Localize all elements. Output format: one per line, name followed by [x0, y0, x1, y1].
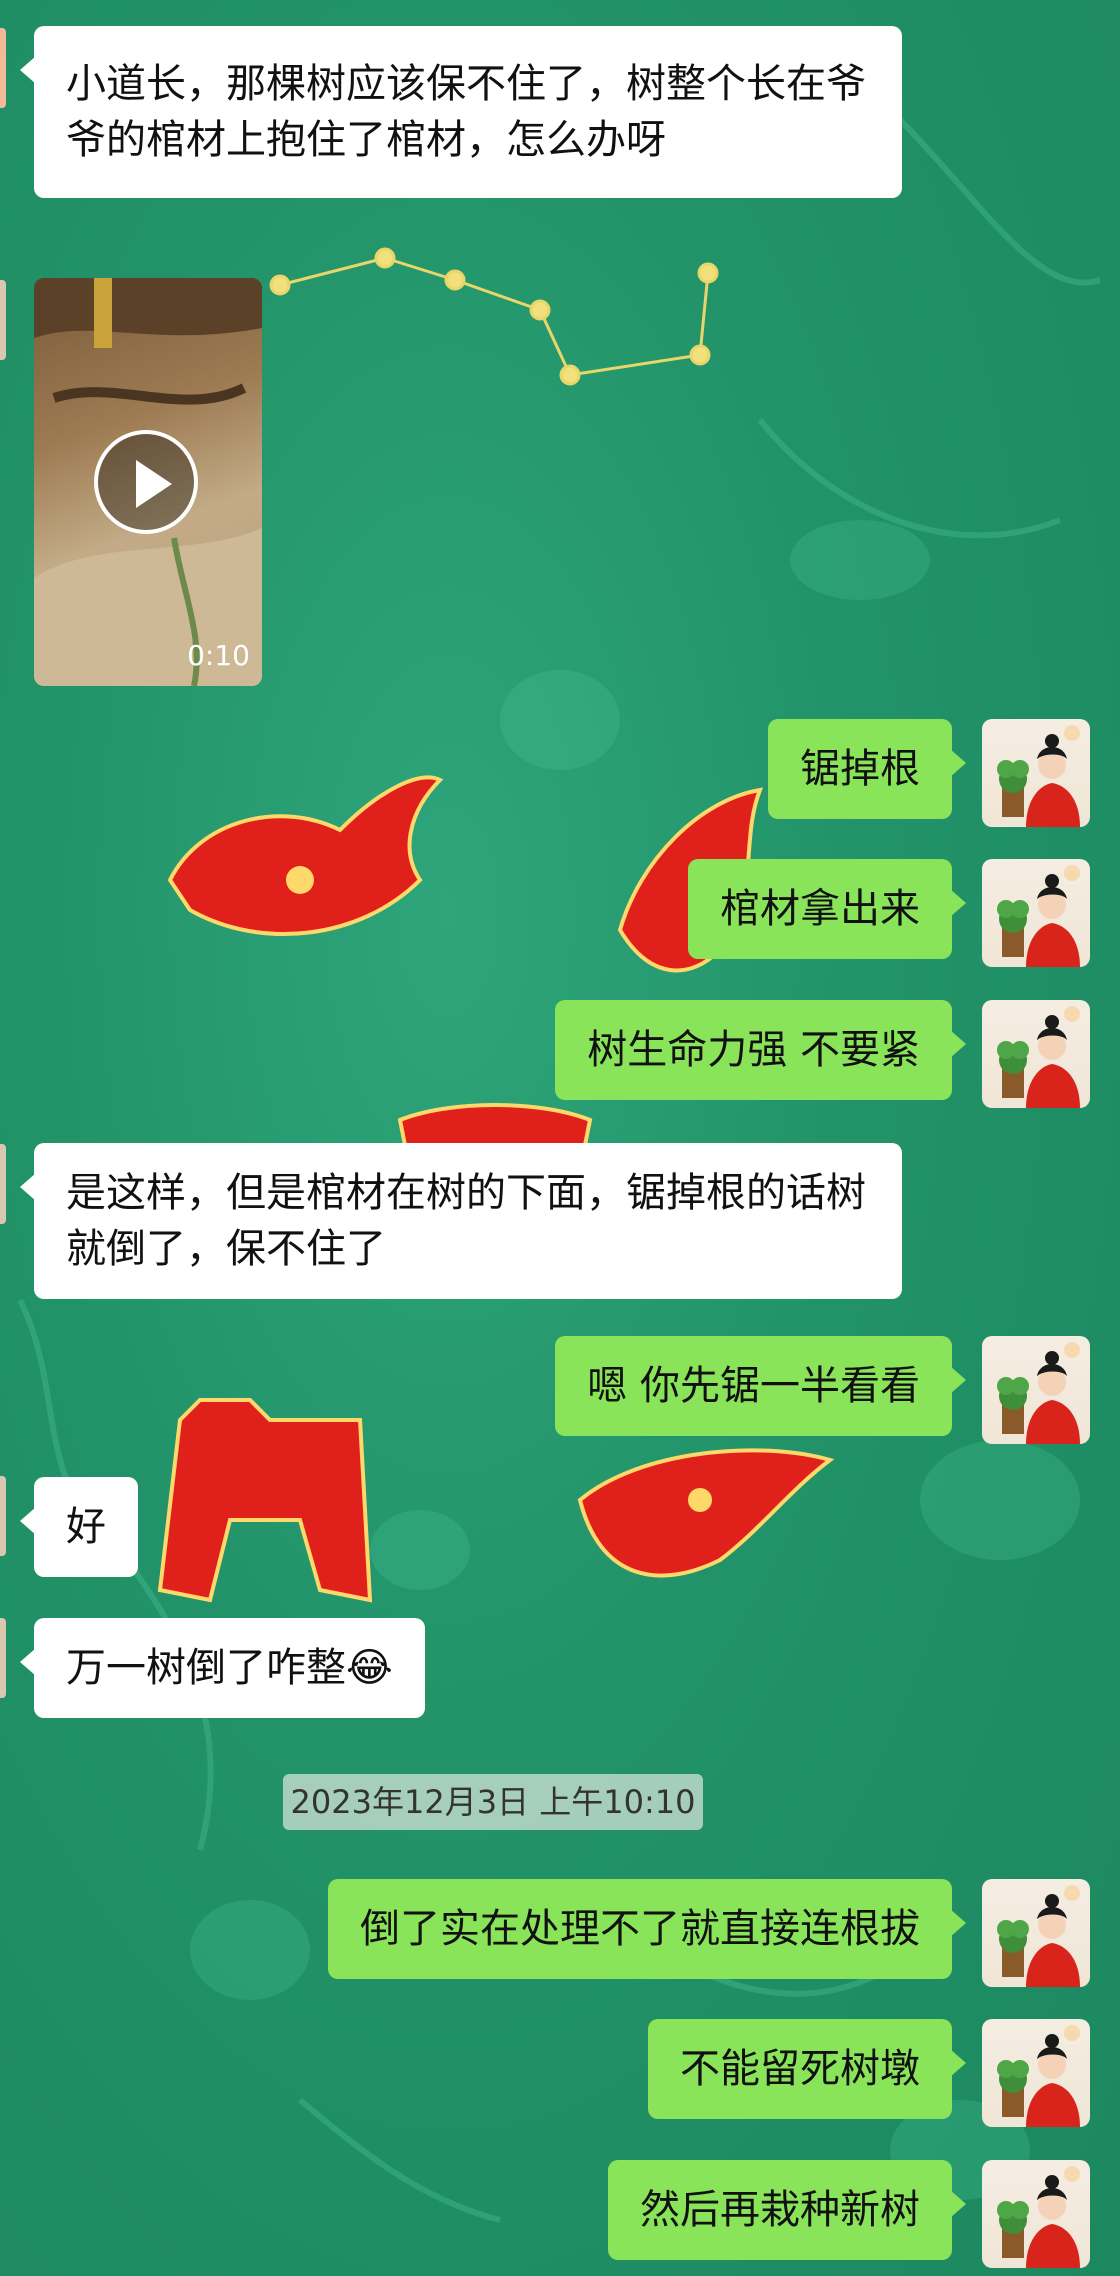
video-duration: 0:10	[187, 639, 250, 672]
avatar-icon[interactable]	[982, 1879, 1090, 1987]
avatar-icon[interactable]	[982, 719, 1090, 827]
message-bubble-outgoing[interactable]: 锯掉根	[768, 719, 966, 819]
message-bubble-incoming[interactable]: 是这样，但是棺材在树的下面，锯掉根的话树就倒了，保不住了	[20, 1143, 902, 1299]
contact-avatar-edge	[0, 28, 6, 108]
video-message[interactable]: 0:10	[34, 278, 262, 686]
timestamp-divider: 2023年12月3日 上午10:10	[283, 1774, 703, 1830]
avatar-icon[interactable]	[982, 2160, 1090, 2268]
message-bubble-outgoing[interactable]: 不能留死树墩	[648, 2019, 966, 2119]
message-bubble-incoming[interactable]: 万一树倒了咋整😂	[20, 1618, 425, 1718]
avatar-icon[interactable]	[982, 859, 1090, 967]
play-icon[interactable]	[94, 430, 198, 534]
avatar-icon[interactable]	[982, 2019, 1090, 2127]
avatar-icon[interactable]	[982, 1000, 1090, 1108]
message-bubble-outgoing[interactable]: 倒了实在处理不了就直接连根拔	[328, 1879, 966, 1979]
avatar-icon[interactable]	[982, 1336, 1090, 1444]
message-bubble-incoming[interactable]: 小道长，那棵树应该保不住了，树整个长在爷爷的棺材上抱住了棺材，怎么办呀	[20, 26, 902, 198]
message-bubble-incoming[interactable]: 好	[20, 1477, 138, 1577]
message-bubble-outgoing[interactable]: 然后再栽种新树	[608, 2160, 966, 2260]
contact-avatar-edge	[0, 1144, 6, 1224]
contact-avatar-edge	[0, 1618, 6, 1698]
message-bubble-outgoing[interactable]: 树生命力强 不要紧	[555, 1000, 966, 1100]
contact-avatar-edge	[0, 280, 6, 360]
contact-avatar-edge	[0, 1476, 6, 1556]
message-bubble-outgoing[interactable]: 棺材拿出来	[688, 859, 966, 959]
message-bubble-outgoing[interactable]: 嗯 你先锯一半看看	[555, 1336, 966, 1436]
